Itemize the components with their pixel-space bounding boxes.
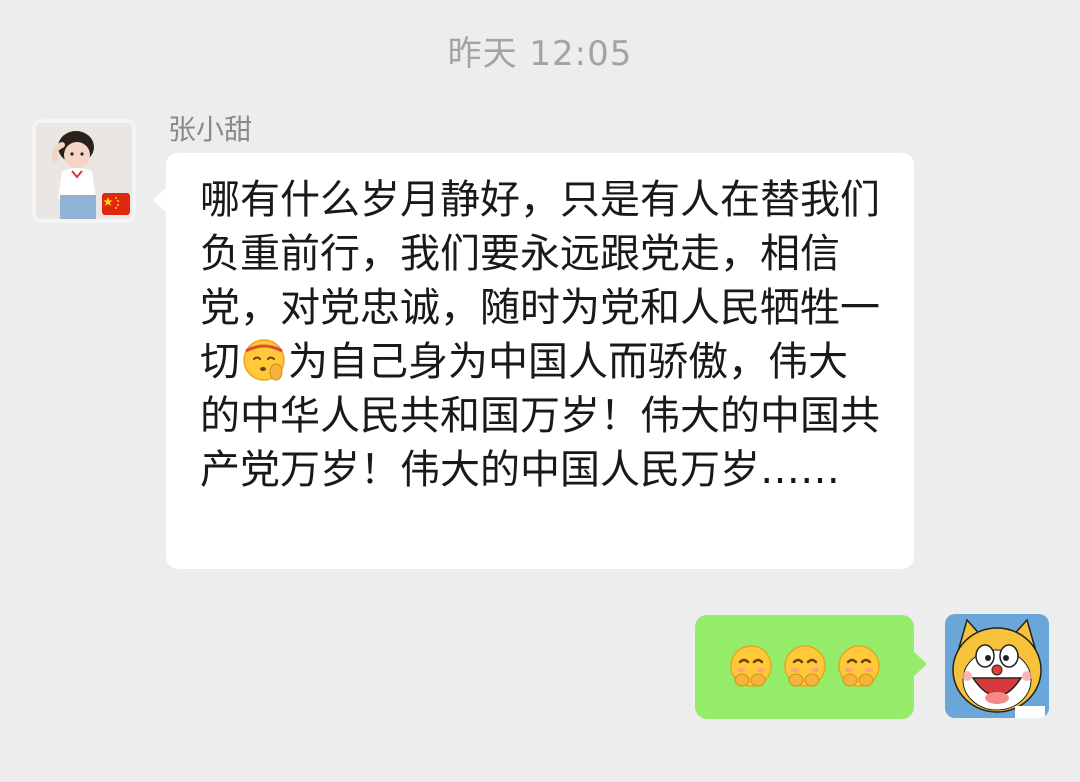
outgoing-message-bubble[interactable] — [695, 615, 927, 719]
giggle-face-emoji-icon — [834, 642, 884, 692]
child-photo-avatar-icon — [32, 119, 136, 223]
message-timestamp: 昨天 12:05 — [447, 34, 633, 74]
message-text-part-2: 为自己身为中国人而骄傲，伟大的中华人民共和国万岁！伟大的中国共产党万岁！伟大的中… — [200, 339, 880, 493]
saluting-face-emoji-icon — [240, 335, 288, 383]
my-avatar[interactable] — [945, 614, 1049, 718]
chat-view: 昨天 12:05 张小甜 哪有什么岁月静好，只是有人在替我们负重前行，我们要永远… — [0, 0, 1080, 782]
yellow-cartoon-cat-avatar-icon — [945, 614, 1049, 718]
incoming-message-bubble[interactable]: 哪有什么岁月静好，只是有人在替我们负重前行，我们要永远跟党走，相信党，对党忠诚，… — [153, 153, 914, 569]
sender-name: 张小甜 — [168, 113, 253, 146]
message-text: 哪有什么岁月静好，只是有人在替我们负重前行，我们要永远跟党走，相信党，对党忠诚，… — [200, 173, 884, 497]
giggle-face-emoji-icon — [780, 642, 830, 692]
sender-avatar[interactable] — [32, 119, 136, 223]
giggle-face-emoji-icon — [726, 642, 776, 692]
